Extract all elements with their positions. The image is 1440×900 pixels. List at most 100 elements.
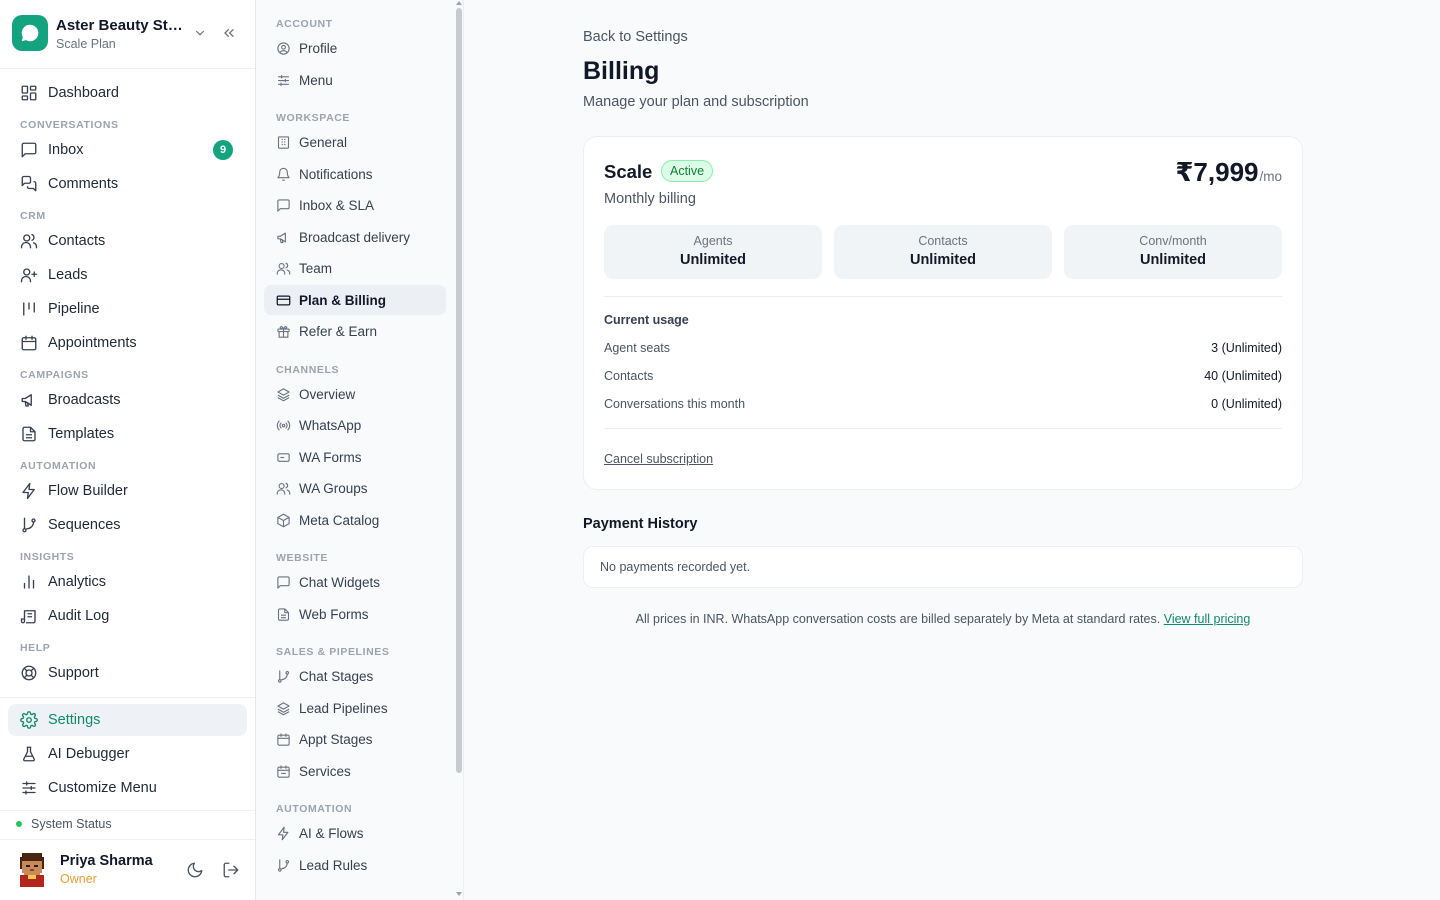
sidebar-item-dashboard[interactable]: Dashboard (8, 77, 247, 109)
usage-label: Conversations this month (604, 397, 746, 411)
settings-item-inbox-sla[interactable]: Inbox & SLA (264, 190, 446, 220)
payment-history-title: Payment History (583, 516, 698, 532)
settings-item-wa-forms[interactable]: WA Forms (264, 442, 446, 472)
stat-contacts: Contacts Unlimited (834, 225, 1052, 279)
sidebar-item-label: Appointments (48, 335, 137, 351)
settings-item-ai-flows[interactable]: AI & Flows (264, 818, 446, 848)
cancel-subscription-link[interactable]: Cancel subscription (604, 452, 713, 466)
settings-item-refer-earn[interactable]: Refer & Earn (264, 316, 446, 346)
moon-icon[interactable] (186, 861, 204, 879)
chevron-down-icon[interactable] (193, 26, 207, 40)
empty-state-text: No payments recorded yet. (600, 560, 751, 574)
settings-item-lead-pipelines[interactable]: Lead Pipelines (264, 693, 446, 723)
sidebar-item-label: AI Debugger (48, 746, 130, 762)
sidebar-item-broadcasts[interactable]: Broadcasts (8, 384, 247, 416)
page-subtitle: Manage your plan and subscription (583, 94, 809, 110)
settings-item-services[interactable]: Services (264, 756, 446, 786)
workspace-switcher[interactable]: Aster Beauty Stu... Scale Plan (0, 0, 255, 69)
settings-item-label: Services (299, 763, 351, 779)
calendar-icon (20, 334, 38, 352)
user-plus-icon (20, 266, 38, 284)
settings-item-whatsapp[interactable]: WhatsApp (264, 410, 446, 440)
plan-name: Scale (604, 161, 653, 182)
sidebar-item-appointments[interactable]: Appointments (8, 327, 247, 359)
user-name: Priya Sharma (60, 853, 153, 869)
settings-item-web-forms[interactable]: Web Forms (264, 599, 446, 629)
footnote-text: All prices in INR. WhatsApp conversation… (635, 612, 1161, 626)
settings-item-appt-stages[interactable]: Appt Stages (264, 724, 446, 754)
divider (0, 697, 255, 698)
settings-item-menu[interactable]: Menu (264, 65, 446, 95)
settings-group-website: WEBSITE (276, 552, 329, 564)
sidebar-item-leads[interactable]: Leads (8, 259, 247, 291)
page-title: Billing (583, 57, 660, 85)
settings-item-label: Notifications (299, 166, 373, 182)
logout-icon[interactable] (222, 861, 240, 879)
collapse-sidebar-icon[interactable] (221, 25, 237, 41)
settings-item-label: Team (299, 260, 333, 276)
megaphone-icon (276, 230, 291, 245)
gear-icon (20, 711, 38, 729)
settings-item-broadcast-delivery[interactable]: Broadcast delivery (264, 222, 446, 252)
sidebar-item-inbox[interactable]: Inbox 9 (8, 134, 247, 166)
sidebar-item-label: Pipeline (48, 301, 100, 317)
sidebar-item-flow-builder[interactable]: Flow Builder (8, 475, 247, 507)
settings-item-meta-catalog[interactable]: Meta Catalog (264, 505, 446, 535)
usage-row-conversations: Conversations this month 0 (Unlimited) (604, 397, 1282, 411)
settings-item-label: WA Forms (299, 449, 362, 465)
scroll-up-arrow-icon[interactable] (455, 0, 463, 6)
back-to-settings-link[interactable]: Back to Settings (583, 29, 688, 45)
sidebar-item-label: Sequences (48, 517, 121, 533)
workspace-name: Aster Beauty Stu... (56, 17, 188, 34)
sidebar-item-support[interactable]: Support (8, 657, 247, 689)
sidebar-item-label: Customize Menu (48, 780, 157, 796)
settings-item-general[interactable]: General (264, 127, 446, 157)
settings-item-team[interactable]: Team (264, 253, 446, 283)
price-period: /mo (1259, 169, 1282, 184)
sidebar-item-comments[interactable]: Comments (8, 168, 247, 200)
settings-group-account: ACCOUNT (276, 18, 333, 30)
message-square-icon (20, 141, 38, 159)
gift-icon (276, 324, 291, 339)
sliders-icon (20, 779, 38, 797)
primary-sidebar: Aster Beauty Stu... Scale Plan Dashboard… (0, 0, 256, 900)
view-full-pricing-link[interactable]: View full pricing (1164, 612, 1251, 626)
workspace-logo (12, 15, 48, 51)
scroll-down-arrow-icon[interactable] (455, 891, 463, 897)
avatar[interactable] (16, 853, 48, 887)
sidebar-item-ai-debugger[interactable]: AI Debugger (8, 738, 247, 770)
system-status-label: System Status (31, 817, 112, 831)
sidebar-item-sequences[interactable]: Sequences (8, 509, 247, 541)
sidebar-item-settings[interactable]: Settings (8, 704, 247, 736)
sidebar-item-label: Leads (48, 267, 88, 283)
billing-cycle: Monthly billing (604, 191, 696, 207)
inbox-count-badge: 9 (213, 140, 233, 160)
stat-conversations: Conv/month Unlimited (1064, 225, 1282, 279)
status-badge: Active (661, 160, 714, 182)
settings-item-notifications[interactable]: Notifications (264, 159, 446, 189)
settings-item-chat-widgets[interactable]: Chat Widgets (264, 567, 446, 597)
settings-item-wa-groups[interactable]: WA Groups (264, 473, 446, 503)
sidebar-item-customize-menu[interactable]: Customize Menu (8, 772, 247, 804)
sidebar-item-pipeline[interactable]: Pipeline (8, 293, 247, 325)
payment-history-list: No payments recorded yet. (583, 546, 1303, 588)
sidebar-item-label: Inbox (48, 142, 84, 158)
settings-nav-scrollbar[interactable] (456, 8, 462, 773)
system-status[interactable]: System Status (16, 817, 112, 831)
sidebar-item-contacts[interactable]: Contacts (8, 225, 247, 257)
sidebar-item-analytics[interactable]: Analytics (8, 566, 247, 598)
user-circle-icon (276, 41, 291, 56)
settings-item-plan-billing[interactable]: Plan & Billing (264, 285, 446, 315)
settings-item-profile[interactable]: Profile (264, 33, 446, 63)
pipeline-icon (20, 300, 38, 318)
zap-icon (20, 482, 38, 500)
sidebar-item-label: Dashboard (48, 85, 119, 101)
settings-item-label: Refer & Earn (299, 323, 378, 339)
sidebar-item-audit-log[interactable]: Audit Log (8, 600, 247, 632)
sidebar-item-templates[interactable]: Templates (8, 418, 247, 450)
calendar-icon (276, 732, 291, 747)
settings-item-chat-stages[interactable]: Chat Stages (264, 661, 446, 691)
settings-item-lead-rules[interactable]: Lead Rules (264, 850, 446, 880)
settings-item-label: Inbox & SLA (299, 197, 375, 213)
settings-item-overview[interactable]: Overview (264, 379, 446, 409)
